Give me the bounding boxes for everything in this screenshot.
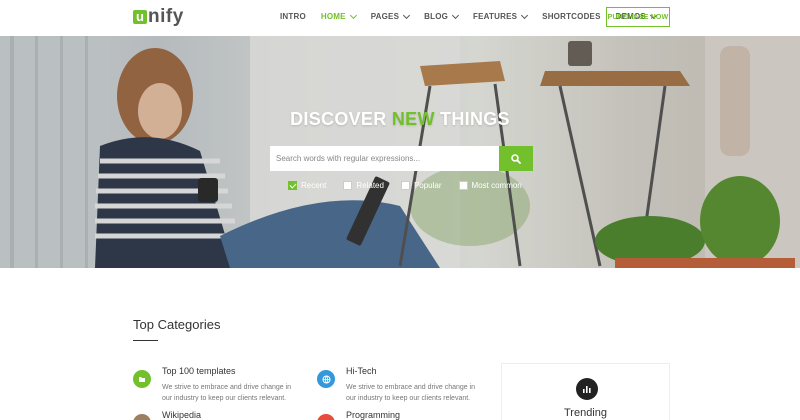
site-header: u nify INTRO HOME PAGES BLOG FEATURES SH… — [0, 0, 800, 36]
chevron-down-icon — [403, 11, 411, 19]
nav-item-pages[interactable]: PAGES — [371, 11, 411, 21]
nav-item-home[interactable]: HOME — [321, 11, 357, 21]
category-item-top-templates[interactable]: Top 100 templates We strive to embrace a… — [133, 365, 302, 404]
filter-most-common[interactable]: Most common — [458, 181, 522, 190]
logo-text: nify — [148, 6, 184, 27]
filter-recent[interactable]: Recent — [288, 181, 326, 190]
nav-item-shortcodes[interactable]: SHORTCODES — [542, 12, 600, 21]
folder-icon — [133, 370, 151, 388]
nav-item-features[interactable]: FEATURES — [473, 11, 529, 21]
search-filters: Recent Related Popular Most common — [288, 181, 539, 190]
search-button[interactable] — [499, 146, 533, 171]
chevron-down-icon — [521, 11, 529, 19]
category-description: We strive to embrace and drive change in… — [162, 384, 292, 402]
category-item-wikipedia[interactable]: Wikipedia — [133, 409, 201, 420]
book-icon — [133, 414, 151, 420]
search-input[interactable] — [270, 146, 499, 171]
title-underline — [133, 340, 158, 341]
filter-popular[interactable]: Popular — [400, 181, 442, 190]
filter-related[interactable]: Related — [343, 181, 384, 190]
checkbox[interactable] — [288, 181, 297, 190]
nav-item-intro[interactable]: INTRO — [280, 12, 306, 21]
section-title: Top Categories — [133, 317, 221, 332]
code-icon — [317, 414, 335, 420]
nav-item-blog[interactable]: BLOG — [424, 11, 460, 21]
category-title: Top 100 templates — [162, 366, 236, 376]
bar-chart-icon — [576, 378, 598, 400]
hero-banner: DISCOVER NEW THINGS Recent Related Popul… — [0, 36, 800, 268]
category-item-hi-tech[interactable]: Hi-Tech We strive to embrace and drive c… — [317, 365, 486, 404]
category-title: Wikipedia — [162, 410, 202, 420]
logo[interactable]: u nify — [133, 6, 184, 28]
trending-card[interactable]: Trending — [501, 363, 670, 420]
hero-title: DISCOVER NEW THINGS — [290, 109, 510, 129]
search-icon — [511, 153, 521, 164]
trending-label: Trending — [563, 407, 607, 419]
chevron-down-icon — [349, 11, 357, 19]
checkbox[interactable] — [400, 181, 410, 190]
category-title: Programming — [346, 410, 401, 420]
category-description: We strive to embrace and drive change in… — [346, 384, 476, 402]
category-item-programming[interactable]: Programming — [317, 409, 400, 420]
checkbox[interactable] — [458, 181, 468, 190]
checkbox[interactable] — [343, 181, 353, 190]
chevron-down-icon — [452, 11, 460, 19]
logo-mark: u — [133, 10, 147, 24]
purchase-now-button[interactable]: PURCHASE NOW — [606, 7, 670, 27]
globe-icon — [317, 370, 335, 388]
hero-title-highlight: NEW — [391, 109, 435, 129]
category-title: Hi-Tech — [346, 366, 377, 376]
